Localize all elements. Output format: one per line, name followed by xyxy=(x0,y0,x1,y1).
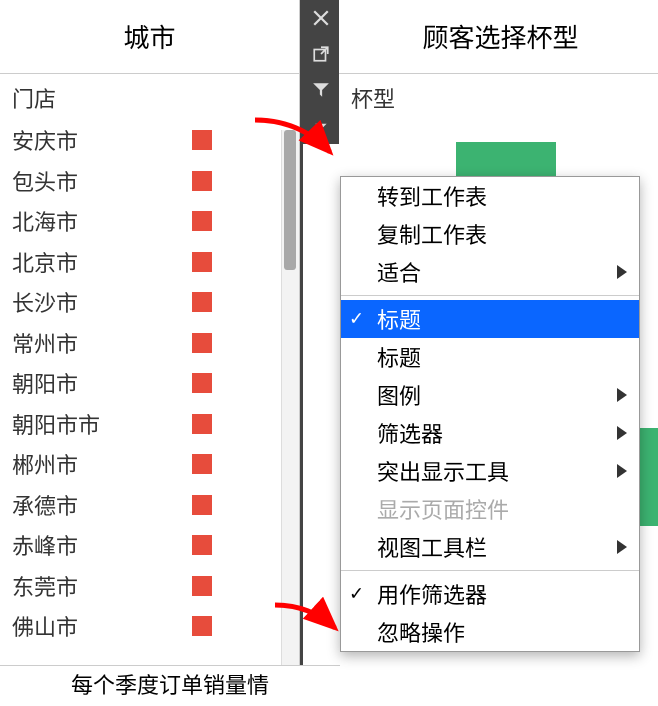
left-panel-title: 城市 xyxy=(0,0,299,74)
city-name: 朝阳市 xyxy=(12,367,192,399)
chart-bar-1 xyxy=(456,142,556,178)
color-swatch xyxy=(192,616,212,636)
city-row[interactable]: 安庆市 xyxy=(0,120,299,161)
city-name: 安庆市 xyxy=(12,124,192,156)
menu-separator xyxy=(341,295,639,296)
city-row[interactable]: 北京市 xyxy=(0,242,299,283)
city-row[interactable]: 朝阳市市 xyxy=(0,404,299,445)
color-swatch xyxy=(192,333,212,353)
city-row[interactable]: 承德市 xyxy=(0,485,299,526)
color-swatch xyxy=(192,211,212,231)
city-name: 赤峰市 xyxy=(12,529,192,561)
menu-label: 转到工作表 xyxy=(377,180,487,212)
city-name: 佛山市 xyxy=(12,610,192,642)
city-list: 安庆市包头市北海市北京市长沙市常州市朝阳市朝阳市市郴州市承德市赤峰市东莞市佛山市 xyxy=(0,120,299,660)
scrollbar-thumb[interactable] xyxy=(284,130,296,270)
menu-label: 标题 xyxy=(377,341,421,373)
color-swatch xyxy=(192,535,212,555)
color-swatch xyxy=(192,495,212,515)
submenu-arrow-icon xyxy=(617,420,627,446)
city-name: 东莞市 xyxy=(12,570,192,602)
city-row[interactable]: 郴州市 xyxy=(0,444,299,485)
menu-label: 筛选器 xyxy=(377,417,443,449)
submenu-arrow-icon xyxy=(617,458,627,484)
menu-ignore-ops[interactable]: 忽略操作 xyxy=(341,613,639,651)
city-row[interactable]: 常州市 xyxy=(0,323,299,364)
color-swatch xyxy=(192,454,212,474)
city-name: 朝阳市市 xyxy=(12,408,192,440)
menu-label: 复制工作表 xyxy=(377,218,487,250)
menu-view-toolbar[interactable]: 视图工具栏 xyxy=(341,528,639,566)
footer-tab[interactable]: 每个季度订单销量情 xyxy=(0,665,340,705)
store-label: 门店 xyxy=(0,74,299,120)
city-row[interactable]: 东莞市 xyxy=(0,566,299,607)
menu-label: 标题 xyxy=(377,303,421,335)
color-swatch xyxy=(192,171,212,191)
city-row[interactable]: 包头市 xyxy=(0,161,299,202)
menu-label: 突出显示工具 xyxy=(377,455,509,487)
menu-filters[interactable]: 筛选器 xyxy=(341,414,639,452)
check-icon: ✓ xyxy=(349,309,364,330)
view-toolbar xyxy=(303,0,339,144)
submenu-arrow-icon xyxy=(617,534,627,560)
dropdown-icon[interactable] xyxy=(303,108,339,144)
check-icon: ✓ xyxy=(349,584,364,605)
menu-copy-sheet[interactable]: 复制工作表 xyxy=(341,215,639,253)
menu-separator xyxy=(341,570,639,571)
menu-title2[interactable]: 标题 xyxy=(341,338,639,376)
context-menu: 转到工作表 复制工作表 适合 ✓ 标题 标题 图例 筛选器 突出显示工具 显示页… xyxy=(340,176,640,652)
city-row[interactable]: 北海市 xyxy=(0,201,299,242)
right-sublabel: 杯型 xyxy=(303,74,658,120)
submenu-arrow-icon xyxy=(617,259,627,285)
menu-show-page-ctrl: 显示页面控件 xyxy=(341,490,639,528)
filter-icon[interactable] xyxy=(303,72,339,108)
color-swatch xyxy=(192,576,212,596)
color-swatch xyxy=(192,252,212,272)
menu-label: 适合 xyxy=(377,256,421,288)
color-swatch xyxy=(192,373,212,393)
city-row[interactable]: 长沙市 xyxy=(0,282,299,323)
city-name: 长沙市 xyxy=(12,286,192,318)
menu-goto-sheet[interactable]: 转到工作表 xyxy=(341,177,639,215)
submenu-arrow-icon xyxy=(617,382,627,408)
city-row[interactable]: 佛山市 xyxy=(0,606,299,647)
menu-label: 图例 xyxy=(377,379,421,411)
close-icon[interactable] xyxy=(303,0,339,36)
city-name: 常州市 xyxy=(12,327,192,359)
city-name: 北海市 xyxy=(12,205,192,237)
scrollbar-track[interactable] xyxy=(281,130,299,670)
color-swatch xyxy=(192,130,212,150)
city-row[interactable]: 赤峰市 xyxy=(0,525,299,566)
menu-label: 忽略操作 xyxy=(377,616,465,648)
menu-fit[interactable]: 适合 xyxy=(341,253,639,291)
menu-label: 视图工具栏 xyxy=(377,531,487,563)
city-name: 包头市 xyxy=(12,165,192,197)
color-swatch xyxy=(192,292,212,312)
menu-title-checked[interactable]: ✓ 标题 xyxy=(341,300,639,338)
menu-label: 显示页面控件 xyxy=(377,493,509,525)
menu-legend[interactable]: 图例 xyxy=(341,376,639,414)
color-swatch xyxy=(192,414,212,434)
menu-label: 用作筛选器 xyxy=(377,578,487,610)
city-name: 郴州市 xyxy=(12,448,192,480)
popout-icon[interactable] xyxy=(303,36,339,72)
city-row[interactable]: 朝阳市 xyxy=(0,363,299,404)
right-panel-title: 顾客选择杯型 xyxy=(303,0,658,74)
city-name: 承德市 xyxy=(12,489,192,521)
city-name: 北京市 xyxy=(12,246,192,278)
menu-use-as-filter[interactable]: ✓ 用作筛选器 xyxy=(341,575,639,613)
menu-highlight[interactable]: 突出显示工具 xyxy=(341,452,639,490)
